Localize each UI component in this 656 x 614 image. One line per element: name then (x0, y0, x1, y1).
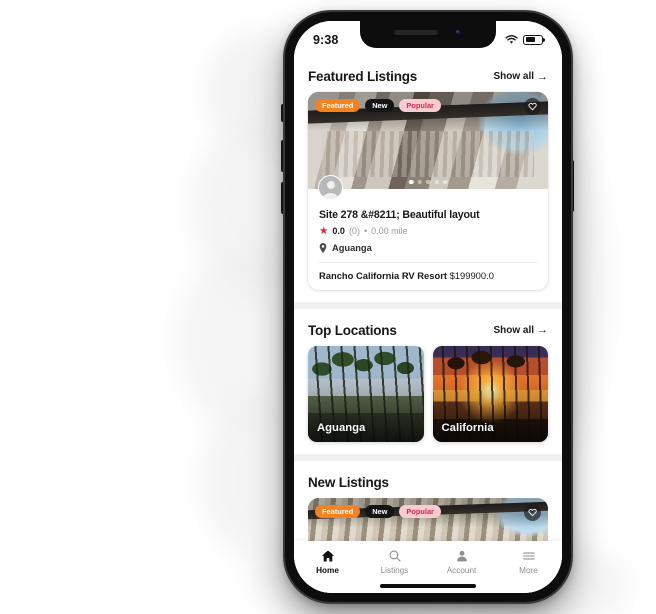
review-count: (0) (348, 226, 360, 237)
location-name: Aguanga (332, 242, 372, 253)
badge-new: New (365, 99, 395, 113)
badge-new: New (365, 504, 395, 518)
phone-mockup: 9:38 Featured Listings Show all → Featur… (285, 12, 571, 602)
tab-account[interactable]: Account (428, 548, 495, 575)
tab-home[interactable]: Home (294, 548, 361, 575)
listing-card-body: Site 278 &#8211; Beautiful layout ★ 0.0 … (308, 175, 548, 290)
arrow-right-icon: → (537, 324, 548, 336)
listing-rating-row: ★ 0.0 (0) • 0.00 mile (319, 226, 537, 237)
search-icon (388, 548, 402, 563)
battery-icon (523, 34, 546, 45)
carousel-dot[interactable] (417, 179, 422, 184)
location-card-california[interactable]: California (432, 345, 548, 442)
tab-account-label: Account (446, 566, 477, 575)
badge-group: Featured New Popular (315, 99, 441, 113)
notch (360, 21, 496, 48)
carousel-dot[interactable] (434, 179, 439, 184)
tab-more-label: More (519, 566, 538, 575)
carousel-dot[interactable] (425, 179, 431, 184)
badge-popular: Popular (399, 504, 441, 518)
carousel-dots[interactable] (408, 179, 448, 184)
home-icon (321, 548, 335, 563)
battery-level (525, 36, 535, 43)
featured-title: Featured Listings (308, 69, 418, 84)
show-all-label: Show all (493, 71, 534, 82)
listing-price: $199900.0 (449, 269, 494, 281)
listing-title: Site 278 &#8211; Beautiful layout (319, 209, 480, 221)
carousel-dot[interactable] (442, 179, 448, 184)
featured-show-all-button[interactable]: Show all → (493, 71, 548, 83)
tab-home-label: Home (316, 566, 339, 575)
featured-header: Featured Listings Show all → (294, 65, 562, 92)
favorite-button[interactable] (524, 98, 541, 115)
new-listings-title: New Listings (308, 474, 389, 490)
listing-photo[interactable]: Featured New Popular (308, 92, 548, 189)
badge-group: Featured New Popular (315, 504, 441, 518)
map-pin-icon (319, 242, 327, 253)
location-card-label: California (441, 421, 494, 434)
avatar-body (323, 192, 338, 199)
listing-location-row: Aguanga (319, 242, 537, 253)
featured-card-wrap: Featured New Popular Site 278 &#8211; Be… (294, 92, 562, 290)
badge-popular: Popular (399, 99, 441, 113)
wifi-icon (505, 34, 518, 44)
avatar-head (326, 180, 335, 189)
top-locations-header: Top Locations Show all → (294, 319, 562, 346)
person-icon (455, 548, 469, 563)
meta-separator: • (363, 226, 368, 237)
tab-listings[interactable]: Listings (361, 548, 428, 575)
rating-value: 0.0 (332, 226, 345, 237)
star-icon: ★ (319, 225, 329, 237)
listing-card[interactable]: Featured New Popular Site 278 &#8211; Be… (308, 92, 548, 290)
location-card-aguanga[interactable]: Aguanga (308, 345, 424, 442)
listing-price-row: Rancho California RV Resort $199900.0 (319, 270, 537, 281)
screenshot-stage: 9:38 Featured Listings Show all → Featur… (0, 0, 656, 614)
badge-featured: Featured (315, 504, 361, 518)
top-locations-show-all-button[interactable]: Show all → (493, 324, 548, 336)
phone-screen: 9:38 Featured Listings Show all → Featur… (294, 21, 562, 593)
section-top-locations: Top Locations Show all → Aguanga Califor… (294, 308, 562, 454)
resort-name: Rancho California RV Resort (319, 269, 447, 281)
location-grid: Aguanga California (294, 345, 562, 442)
avatar[interactable] (318, 175, 343, 200)
section-featured-listings: Featured Listings Show all → Featured Ne… (294, 55, 562, 302)
earpiece-speaker (393, 30, 438, 35)
status-indicators (505, 32, 546, 45)
favorite-button[interactable] (524, 503, 541, 521)
heart-icon (528, 508, 537, 516)
badge-featured: Featured (315, 99, 361, 113)
hamburger-icon (522, 548, 536, 563)
show-all-label: Show all (493, 324, 534, 336)
tab-listings-label: Listings (380, 566, 409, 575)
card-divider (319, 261, 537, 263)
location-card-label: Aguanga (317, 421, 366, 434)
tab-more[interactable]: More (495, 548, 562, 575)
front-camera-icon (453, 28, 463, 37)
distance-value: 0.00 mile (371, 226, 408, 237)
status-clock: 9:38 (313, 32, 339, 47)
app-scroll-view[interactable]: Featured Listings Show all → Featured Ne… (294, 21, 562, 593)
arrow-right-icon: → (537, 70, 548, 83)
new-listings-header: New Listings (294, 471, 562, 498)
home-indicator[interactable] (380, 584, 476, 588)
heart-icon (528, 102, 537, 111)
carousel-dot[interactable] (408, 179, 414, 184)
top-locations-title: Top Locations (308, 322, 397, 338)
